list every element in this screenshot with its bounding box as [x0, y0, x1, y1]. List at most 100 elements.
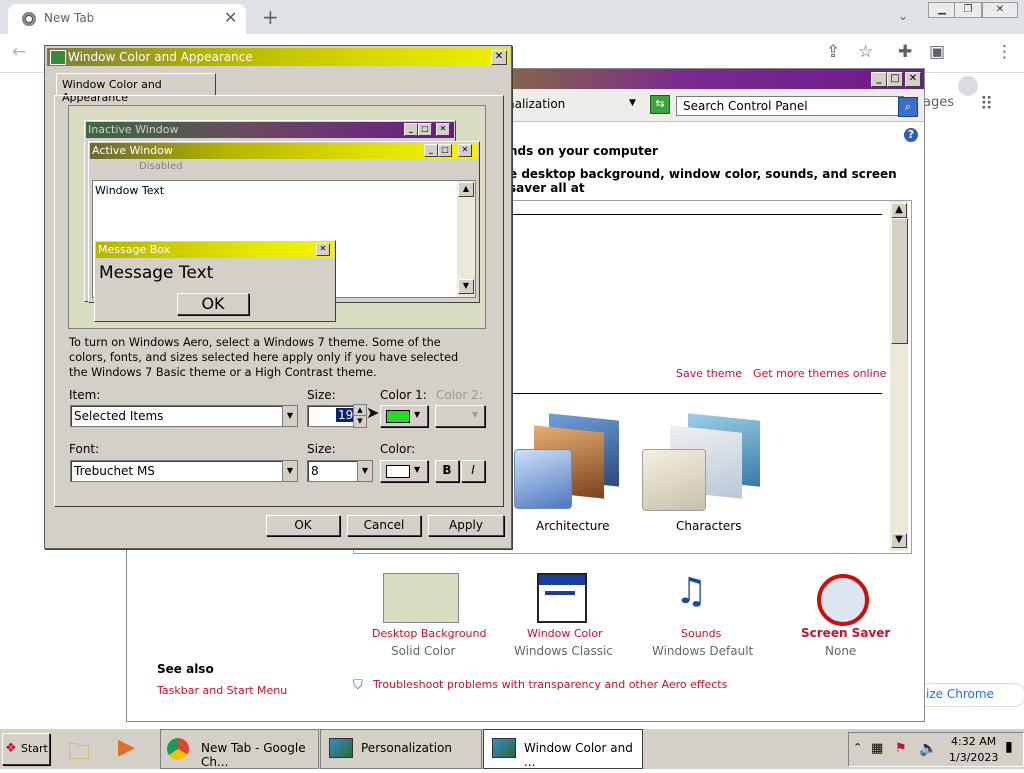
font-size-select[interactable]: 8 ▼	[307, 460, 373, 482]
close-window-icon[interactable]: ✕	[982, 2, 1018, 18]
search-input[interactable]: Search Control Panel	[676, 96, 904, 116]
disabled-menu-text: Disabled	[139, 161, 183, 172]
font-label: Font:	[69, 442, 100, 456]
chevron-down-icon: ▼	[282, 406, 297, 426]
task-window-color[interactable]: Window Color and ...	[483, 729, 643, 769]
theme-architecture[interactable]	[514, 413, 624, 509]
desktop-background-swatch[interactable]	[383, 573, 459, 623]
task-personalization[interactable]: Personalization	[320, 729, 482, 769]
font-select[interactable]: Trebuchet MS ▼	[70, 460, 298, 482]
sounds-icon[interactable]: ♫	[675, 571, 707, 612]
address-dropdown-icon[interactable]: ▼	[629, 98, 636, 108]
screen-saver-link[interactable]: Screen Saver	[801, 626, 890, 640]
minimize-icon[interactable]: ▁	[928, 2, 956, 18]
chevron-down-icon: ▼	[472, 410, 479, 419]
troubleshoot-link[interactable]: Troubleshoot problems with transparency …	[373, 678, 727, 691]
active-titlebar: Active Window _ □ ✕	[90, 143, 478, 159]
volume-icon[interactable]: 🔈	[919, 739, 938, 757]
font-color-picker[interactable]: ▼	[380, 460, 428, 482]
page-subheading: e desktop background, window color, soun…	[509, 167, 897, 195]
tab-title: New Tab	[44, 11, 95, 25]
bookmark-star-icon[interactable]: ☆	[858, 42, 873, 62]
scroll-down-icon[interactable]: ▼	[891, 533, 907, 548]
shield-icon: ⛉	[353, 678, 363, 693]
screen-saver-icon[interactable]	[817, 574, 869, 626]
color1-picker[interactable]: ▼	[380, 405, 428, 427]
network-icon[interactable]: ▦	[871, 741, 883, 756]
inactive-title: Inactive Window	[88, 123, 179, 136]
apps-grid-icon[interactable]: ⠿	[980, 94, 993, 115]
task-chrome[interactable]: New Tab - Google Ch...	[160, 729, 319, 769]
media-player-icon[interactable]: ▶	[118, 735, 135, 760]
font-color-swatch	[386, 465, 410, 478]
item-select[interactable]: Selected Items ▼	[70, 405, 298, 427]
ok-button[interactable]: OK	[266, 515, 340, 536]
scroll-down-icon: ▼	[458, 279, 474, 294]
minimize-icon[interactable]: _	[871, 72, 887, 87]
extensions-icon[interactable]: ✚	[898, 42, 912, 62]
explorer-icon[interactable]: 🗀	[68, 735, 90, 773]
dialog-titlebar: Window Color and Appearance ✕	[47, 48, 509, 66]
cancel-button[interactable]: Cancel	[347, 515, 421, 536]
stepper-down-icon[interactable]: ▼	[353, 415, 367, 428]
close-icon: ✕	[458, 144, 472, 157]
customize-chrome-button[interactable]: ize Chrome	[917, 683, 1024, 707]
bold-button[interactable]: B	[435, 460, 459, 482]
task-label: Personalization	[361, 741, 452, 755]
scrollbar-thumb[interactable]	[891, 218, 908, 344]
start-button[interactable]: ❖ Start	[2, 733, 50, 765]
maximize-icon: □	[418, 123, 432, 136]
apply-button[interactable]: Apply	[428, 515, 504, 536]
get-more-themes-link[interactable]: Get more themes online	[753, 367, 886, 380]
refresh-icon[interactable]: ⇆	[650, 95, 670, 114]
clock-time[interactable]: 4:32 AM	[951, 735, 996, 748]
action-center-icon[interactable]: ⚑	[895, 741, 907, 756]
task-label: New Tab - Google Ch...	[201, 741, 306, 769]
clock-date[interactable]: 1/3/2023	[949, 751, 998, 764]
back-icon[interactable]: ←	[12, 42, 26, 62]
themes-scrollbar[interactable]: ▲ ▼	[890, 201, 908, 551]
chevron-up-icon[interactable]: ⌃	[853, 741, 862, 754]
scroll-up-icon: ▲	[458, 182, 474, 197]
restore-icon[interactable]: ❐	[954, 2, 982, 18]
chevron-down-icon: ▼	[357, 461, 372, 481]
aero-info-text: To turn on Windows Aero, select a Window…	[69, 336, 459, 379]
desktop-background-link[interactable]: Desktop Background	[372, 627, 487, 640]
scroll-up-icon[interactable]: ▲	[891, 203, 907, 218]
window-color-link[interactable]: Window Color	[527, 627, 603, 640]
chevron-down-icon: ▼	[414, 410, 421, 419]
new-tab-icon[interactable]: +	[262, 5, 279, 29]
share-icon[interactable]: ⇪	[826, 42, 840, 62]
help-icon[interactable]: ?	[904, 128, 918, 142]
chrome-tab-new-tab[interactable]: New Tab ✕	[8, 4, 246, 34]
tab-window-color[interactable]: Window Color and Appearance	[56, 73, 216, 104]
close-icon[interactable]: ✕	[491, 50, 507, 65]
chevron-down-icon: ▼	[282, 461, 297, 481]
window-color-icon[interactable]	[537, 573, 587, 623]
address-breadcrumb[interactable]: nalization	[507, 97, 565, 111]
theme-characters[interactable]	[642, 413, 762, 511]
save-theme-link[interactable]: Save theme	[676, 367, 742, 380]
tab-search-icon[interactable]: ⌄	[898, 9, 908, 23]
message-text: Message Text	[99, 263, 214, 283]
font-color-label: Color:	[380, 442, 416, 456]
maximize-icon[interactable]: □	[887, 72, 903, 87]
sounds-link[interactable]: Sounds	[681, 627, 721, 640]
close-icon[interactable]: ✕	[905, 72, 921, 87]
color2-label: Color 2:	[436, 388, 483, 402]
window-color-dialog: Window Color and Appearance ✕ Window Col…	[44, 45, 512, 549]
minimize-icon: _	[424, 144, 438, 157]
close-tab-icon[interactable]: ✕	[224, 8, 237, 27]
dialog-title: Window Color and Appearance	[68, 50, 253, 64]
window-color-value: Windows Classic	[514, 644, 613, 658]
menu-icon[interactable]: ⋮	[996, 42, 1013, 62]
show-desktop-icon[interactable]: ▮	[1005, 739, 1013, 755]
maximize-icon: □	[438, 144, 452, 157]
search-icon[interactable]: ⌕	[898, 97, 918, 117]
profile-avatar-icon[interactable]	[958, 76, 978, 96]
taskbar-start-menu-link[interactable]: Taskbar and Start Menu	[157, 684, 287, 697]
side-panel-icon[interactable]: ▣	[929, 42, 945, 62]
ntp-link-partial[interactable]: ages	[923, 95, 954, 110]
font-value: Trebuchet MS	[74, 464, 155, 478]
italic-button[interactable]: I	[461, 460, 485, 482]
